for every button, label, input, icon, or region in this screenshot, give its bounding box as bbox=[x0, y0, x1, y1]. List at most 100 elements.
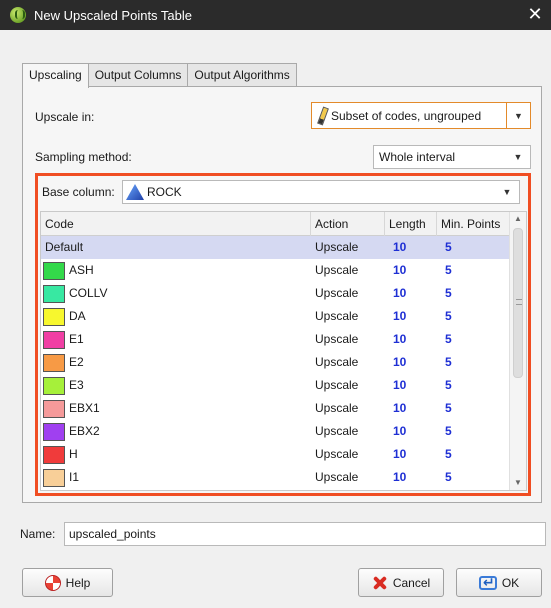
color-swatch[interactable] bbox=[43, 261, 65, 280]
color-swatch[interactable] bbox=[43, 376, 65, 395]
color-swatch[interactable] bbox=[43, 353, 65, 372]
action-cell[interactable]: Upscale bbox=[311, 443, 385, 466]
color-swatch[interactable] bbox=[43, 399, 65, 418]
color-swatch[interactable] bbox=[43, 284, 65, 303]
color-swatch[interactable] bbox=[43, 468, 65, 487]
chevron-down-icon[interactable]: ▼ bbox=[506, 146, 530, 168]
table-row[interactable]: H Upscale 10 5 bbox=[41, 443, 511, 466]
table-row[interactable]: DA Upscale 10 5 bbox=[41, 305, 511, 328]
action-cell[interactable]: Upscale bbox=[311, 282, 385, 305]
sampling-method-dropdown[interactable]: Whole interval ▼ bbox=[373, 145, 531, 169]
action-cell[interactable]: Upscale bbox=[311, 420, 385, 443]
table-row[interactable]: E1 Upscale 10 5 bbox=[41, 328, 511, 351]
action-cell[interactable]: Upscale bbox=[311, 374, 385, 397]
color-swatch[interactable] bbox=[43, 422, 65, 441]
length-cell[interactable]: 10 bbox=[385, 466, 437, 489]
length-cell[interactable]: 10 bbox=[385, 236, 437, 259]
min-points-cell[interactable]: 5 bbox=[437, 443, 511, 466]
action-cell[interactable]: Upscale bbox=[311, 466, 385, 489]
action-cell[interactable]: Upscale bbox=[311, 351, 385, 374]
code-cell: Default bbox=[41, 236, 311, 259]
length-cell[interactable]: 10 bbox=[385, 374, 437, 397]
min-points-cell[interactable]: 5 bbox=[437, 282, 511, 305]
name-input[interactable]: upscaled_points bbox=[64, 522, 546, 546]
header-code[interactable]: Code bbox=[41, 212, 311, 236]
tab-output-columns[interactable]: Output Columns bbox=[87, 63, 189, 87]
cancel-button[interactable]: Cancel bbox=[358, 568, 444, 597]
min-points-cell[interactable]: 5 bbox=[437, 305, 511, 328]
table-row[interactable]: E2 Upscale 10 5 bbox=[41, 351, 511, 374]
min-points-cell[interactable]: 5 bbox=[437, 328, 511, 351]
scroll-down-icon[interactable]: ▼ bbox=[510, 476, 526, 490]
app-icon bbox=[10, 7, 26, 23]
length-cell[interactable]: 10 bbox=[385, 443, 437, 466]
code-label: EBX1 bbox=[69, 401, 100, 415]
action-cell[interactable]: Upscale bbox=[311, 397, 385, 420]
code-cell: H bbox=[41, 443, 311, 466]
code-cell: E3 bbox=[41, 374, 311, 397]
table-body: Default Upscale 10 5 ASH Upscale 10 5 COLLV Upsca… bbox=[41, 236, 511, 489]
code-cell: I1 bbox=[41, 466, 311, 489]
length-cell[interactable]: 10 bbox=[385, 282, 437, 305]
base-column-value: ROCK bbox=[147, 185, 182, 199]
upscale-in-value: Subset of codes, ungrouped bbox=[331, 108, 482, 123]
base-column-dropdown[interactable]: ROCK ▼ bbox=[122, 180, 520, 204]
length-cell[interactable]: 10 bbox=[385, 351, 437, 374]
rock-column-icon bbox=[126, 184, 144, 200]
help-button-label: Help bbox=[65, 575, 91, 590]
action-cell[interactable]: Upscale bbox=[311, 328, 385, 351]
action-cell[interactable]: Upscale bbox=[311, 259, 385, 282]
vertical-scrollbar[interactable]: ▲ ▼ bbox=[509, 212, 526, 490]
length-cell[interactable]: 10 bbox=[385, 420, 437, 443]
table-row[interactable]: ASH Upscale 10 5 bbox=[41, 259, 511, 282]
color-swatch[interactable] bbox=[43, 445, 65, 464]
min-points-cell[interactable]: 5 bbox=[437, 351, 511, 374]
table-row[interactable]: I1 Upscale 10 5 bbox=[41, 466, 511, 489]
header-length[interactable]: Length bbox=[385, 212, 437, 236]
min-points-cell[interactable]: 5 bbox=[437, 374, 511, 397]
table-row[interactable]: Default Upscale 10 5 bbox=[41, 236, 511, 259]
code-label: DA bbox=[69, 309, 86, 323]
code-cell: E1 bbox=[41, 328, 311, 351]
color-swatch[interactable] bbox=[43, 330, 65, 349]
chevron-down-icon[interactable]: ▼ bbox=[495, 181, 519, 203]
min-points-cell[interactable]: 5 bbox=[437, 259, 511, 282]
code-label: Default bbox=[45, 240, 84, 254]
base-column-label: Base column: bbox=[42, 185, 115, 199]
window-title: New Upscaled Points Table bbox=[34, 7, 193, 23]
table-row[interactable]: E3 Upscale 10 5 bbox=[41, 374, 511, 397]
code-cell: E2 bbox=[41, 351, 311, 374]
scroll-up-icon[interactable]: ▲ bbox=[510, 212, 526, 226]
code-label: E3 bbox=[69, 378, 84, 392]
upscale-in-dropdown[interactable]: Subset of codes, ungrouped ▼ bbox=[311, 102, 531, 129]
upscale-in-label: Upscale in: bbox=[35, 110, 95, 124]
table-row[interactable]: EBX1 Upscale 10 5 bbox=[41, 397, 511, 420]
chevron-down-icon[interactable]: ▼ bbox=[506, 103, 530, 128]
table-row[interactable]: COLLV Upscale 10 5 bbox=[41, 282, 511, 305]
min-points-cell[interactable]: 5 bbox=[437, 397, 511, 420]
scroll-thumb[interactable] bbox=[513, 228, 523, 378]
length-cell[interactable]: 10 bbox=[385, 397, 437, 420]
min-points-cell[interactable]: 5 bbox=[437, 466, 511, 489]
code-cell: DA bbox=[41, 305, 311, 328]
ok-button[interactable]: OK bbox=[456, 568, 542, 597]
tab-upscaling[interactable]: Upscaling bbox=[22, 63, 89, 88]
codes-table: Code Action Length Min. Points Default Up… bbox=[40, 211, 527, 491]
action-cell[interactable]: Upscale bbox=[311, 305, 385, 328]
help-button[interactable]: Help bbox=[22, 568, 113, 597]
action-cell[interactable]: Upscale bbox=[311, 236, 385, 259]
tab-output-algorithms[interactable]: Output Algorithms bbox=[187, 63, 297, 87]
length-cell[interactable]: 10 bbox=[385, 305, 437, 328]
code-cell: EBX2 bbox=[41, 420, 311, 443]
color-swatch[interactable] bbox=[43, 307, 65, 326]
min-points-cell[interactable]: 5 bbox=[437, 236, 511, 259]
header-action[interactable]: Action bbox=[311, 212, 385, 236]
length-cell[interactable]: 10 bbox=[385, 328, 437, 351]
header-min-points[interactable]: Min. Points bbox=[437, 212, 511, 236]
code-label: E2 bbox=[69, 355, 84, 369]
name-label: Name: bbox=[20, 527, 56, 541]
length-cell[interactable]: 10 bbox=[385, 259, 437, 282]
close-icon[interactable]: ✕ bbox=[525, 4, 545, 24]
table-row[interactable]: EBX2 Upscale 10 5 bbox=[41, 420, 511, 443]
min-points-cell[interactable]: 5 bbox=[437, 420, 511, 443]
